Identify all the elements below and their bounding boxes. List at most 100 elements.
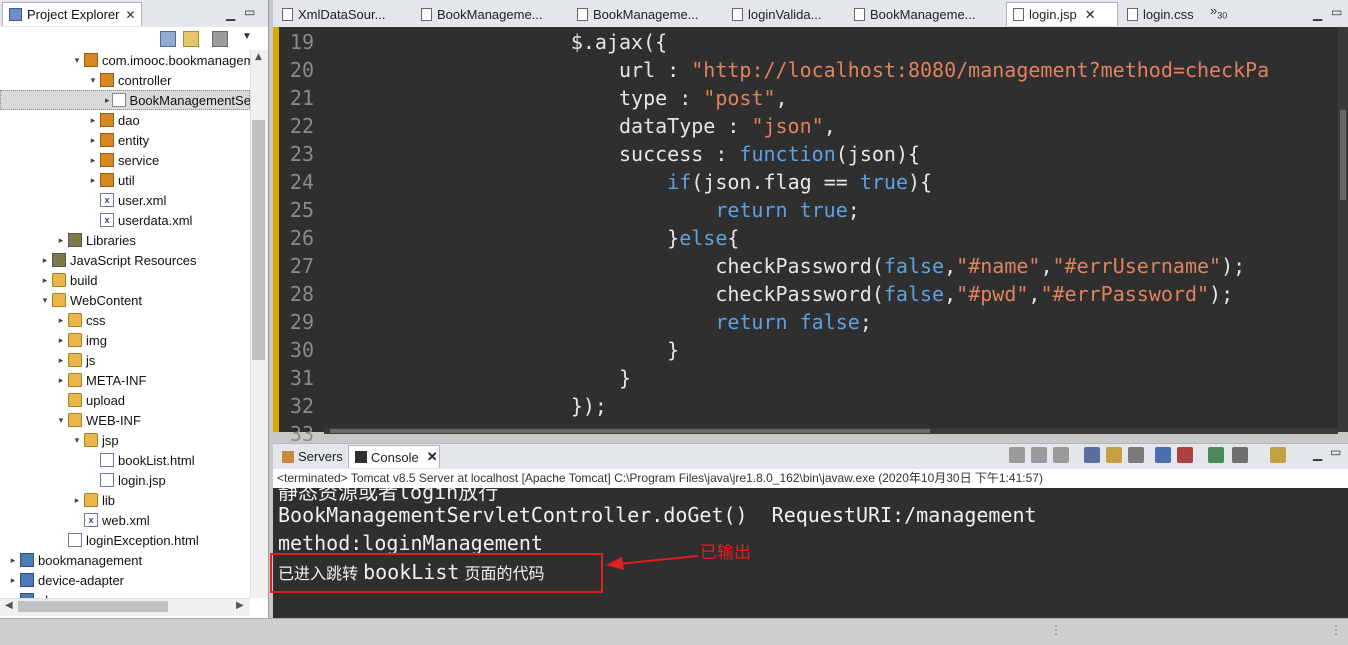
tree-item[interactable]: ▸ entity	[0, 130, 250, 150]
collapsed-arrow-icon[interactable]: ▸	[88, 155, 98, 166]
maximize-icon[interactable]: ▭	[1331, 6, 1342, 18]
word-wrap-icon[interactable]	[1128, 447, 1144, 463]
collapsed-arrow-icon[interactable]: ▸	[56, 315, 66, 326]
editor-vertical-scroll-thumb[interactable]	[1340, 110, 1346, 200]
tree-item[interactable]: ▾ jsp	[0, 430, 250, 450]
tree-item[interactable]: ▸ META-INF	[0, 370, 250, 390]
tree-item[interactable]: ▾ controller	[0, 70, 250, 90]
scroll-left-icon[interactable]: ◀	[5, 600, 13, 611]
collapsed-arrow-icon[interactable]: ▸	[56, 355, 66, 366]
editor-vertical-scrollbar[interactable]	[1338, 27, 1348, 432]
editor-horizontal-scroll-thumb[interactable]	[330, 429, 930, 433]
expanded-arrow-icon[interactable]: ▾	[72, 435, 82, 446]
collapsed-arrow-icon[interactable]: ▸	[72, 495, 82, 506]
close-icon[interactable]: ✕	[125, 8, 135, 22]
link-with-editor-icon[interactable]	[183, 31, 199, 47]
tab-project-explorer[interactable]: Project Explorer ✕	[2, 2, 142, 26]
close-icon[interactable]: ✕	[1085, 7, 1096, 23]
maximize-icon[interactable]: ▭	[1330, 446, 1341, 458]
collapsed-arrow-icon[interactable]: ▸	[88, 175, 98, 186]
tab-console[interactable]: Console ✕	[348, 445, 440, 468]
collapsed-arrow-icon[interactable]: ▸	[8, 575, 18, 586]
tree-item[interactable]: ▸ BookManagementSer	[0, 90, 250, 110]
tab-overflow-button[interactable]: »30	[1210, 3, 1227, 21]
collapsed-arrow-icon[interactable]: ▸	[56, 235, 66, 246]
editor-tab[interactable]: XmlDataSour...	[276, 2, 414, 26]
collapsed-arrow-icon[interactable]: ▸	[105, 95, 110, 106]
editor-tab[interactable]: BookManageme...	[415, 2, 567, 26]
minimize-icon[interactable]: ▁	[1313, 8, 1322, 20]
show-on-output-icon[interactable]	[1177, 447, 1193, 463]
project-explorer-icon	[9, 8, 22, 21]
tree-item[interactable]: ▸ build	[0, 270, 250, 290]
tree-item[interactable]: x user.xml	[0, 190, 250, 210]
new-console-icon[interactable]	[1270, 447, 1286, 463]
tree-item-label: BookManagementSer	[129, 92, 250, 108]
open-console-icon[interactable]	[1232, 447, 1248, 463]
expanded-arrow-icon[interactable]: ▾	[40, 295, 50, 306]
tree-item[interactable]: ▸ service	[0, 150, 250, 170]
editor-tab[interactable]: BookManageme...	[848, 2, 1003, 26]
collapsed-arrow-icon[interactable]: ▸	[40, 275, 50, 286]
editor-tab[interactable]: BookManageme...	[571, 2, 723, 26]
scroll-up-icon[interactable]: ▲	[255, 52, 262, 62]
tree-item[interactable]: x web.xml	[0, 510, 250, 530]
tab-servers[interactable]: Servers	[276, 445, 346, 468]
tree-item[interactable]: ▸ util	[0, 170, 250, 190]
code-text: }	[330, 226, 680, 250]
view-menu-icon[interactable]: ▼	[242, 31, 252, 43]
tree-item-label: service	[118, 152, 160, 168]
tree-item[interactable]: x userdata.xml	[0, 210, 250, 230]
close-icon[interactable]: ✕	[427, 449, 438, 465]
code-editor[interactable]: $.ajax({ url : "http://localhost:8080/ma…	[273, 27, 1348, 432]
expanded-arrow-icon[interactable]: ▾	[88, 75, 98, 86]
terminate-icon[interactable]	[1009, 447, 1025, 463]
display-console-icon[interactable]	[1208, 447, 1224, 463]
tree-item[interactable]: ▾ WEB-INF	[0, 410, 250, 430]
remove-launch-icon[interactable]	[1031, 447, 1047, 463]
tree-item[interactable]: ▸ Libraries	[0, 230, 250, 250]
tree-item[interactable]: ▸el	[0, 590, 250, 598]
tree-item[interactable]: bookList.html	[0, 450, 250, 470]
editor-tab[interactable]: loginValida...	[726, 2, 846, 26]
clear-console-icon[interactable]	[1084, 447, 1100, 463]
tree-horizontal-scroll-thumb[interactable]	[18, 601, 168, 612]
tree-item[interactable]: login.jsp	[0, 470, 250, 490]
tree-item[interactable]: ▾ com.imooc.bookmanagem	[0, 50, 250, 70]
tree-item[interactable]: loginException.html	[0, 530, 250, 550]
tree-item[interactable]: upload	[0, 390, 250, 410]
tree-vertical-scroll-thumb[interactable]	[252, 120, 265, 360]
tree-item[interactable]: ▸ img	[0, 330, 250, 350]
tree-item[interactable]: ▸ css	[0, 310, 250, 330]
tree-item[interactable]: ▸ JavaScript Resources	[0, 250, 250, 270]
editor-tab[interactable]: login.jsp ✕	[1006, 2, 1118, 26]
collapsed-arrow-icon[interactable]: ▸	[40, 255, 50, 266]
collapsed-arrow-icon[interactable]: ▸	[56, 335, 66, 346]
minimize-icon[interactable]: ▁	[226, 8, 235, 20]
scroll-lock-icon[interactable]	[1106, 447, 1122, 463]
collapsed-arrow-icon[interactable]: ▸	[88, 135, 98, 146]
focus-icon[interactable]	[212, 31, 228, 47]
expanded-arrow-icon[interactable]: ▾	[72, 55, 82, 66]
minimize-icon[interactable]: ▁	[1313, 448, 1322, 460]
project-tree: ▾ com.imooc.bookmanagem ▾ controller ▸ BookMa…	[0, 50, 250, 598]
package-icon	[100, 133, 114, 147]
maximize-icon[interactable]: ▭	[244, 6, 255, 18]
folder-icon	[68, 393, 82, 407]
line-number: 21	[289, 86, 314, 110]
tree-item[interactable]: ▾ WebContent	[0, 290, 250, 310]
pin-console-icon[interactable]	[1155, 447, 1171, 463]
tree-item[interactable]: ▸ dao	[0, 110, 250, 130]
tree-item[interactable]: ▸ device-adapter	[0, 570, 250, 590]
tree-item[interactable]: ▸ bookmanagement	[0, 550, 250, 570]
scroll-right-icon[interactable]: ▶	[236, 600, 244, 611]
tree-item[interactable]: ▸ lib	[0, 490, 250, 510]
expanded-arrow-icon[interactable]: ▾	[56, 415, 66, 426]
collapsed-arrow-icon[interactable]: ▸	[88, 115, 98, 126]
tree-item[interactable]: ▸ js	[0, 350, 250, 370]
collapsed-arrow-icon[interactable]: ▸	[8, 555, 18, 566]
collapse-all-icon[interactable]	[160, 31, 176, 47]
remove-all-icon[interactable]	[1053, 447, 1069, 463]
collapsed-arrow-icon[interactable]: ▸	[56, 375, 66, 386]
